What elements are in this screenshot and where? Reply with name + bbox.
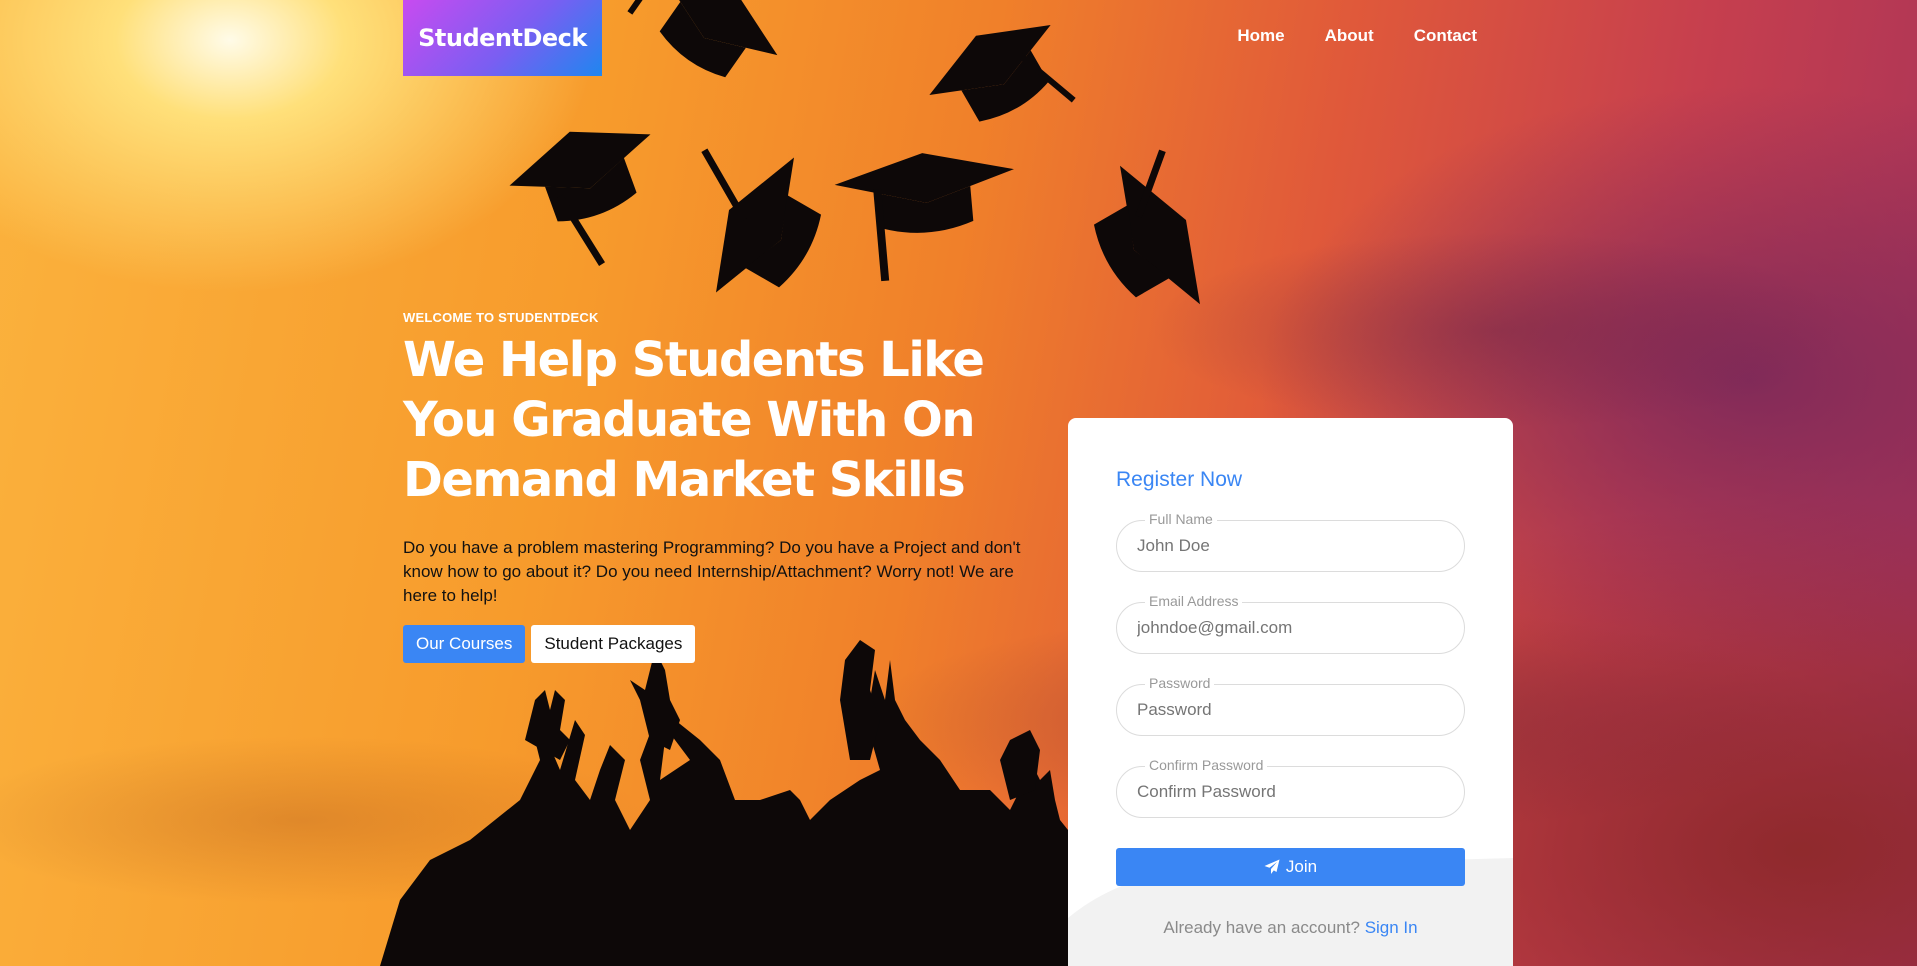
- raised-hand-left: [525, 690, 570, 760]
- full-name-field: Full Name: [1116, 511, 1465, 572]
- password-field: Password: [1116, 675, 1465, 736]
- nav-link-contact[interactable]: Contact: [1414, 26, 1477, 46]
- join-button[interactable]: Join: [1116, 848, 1465, 886]
- full-name-input[interactable]: [1137, 521, 1437, 571]
- graduation-cap-icon: [701, 148, 822, 293]
- student-packages-button[interactable]: Student Packages: [531, 625, 696, 663]
- crowd-silhouette: [380, 660, 1068, 966]
- hero-lead: Do you have a problem mastering Programm…: [403, 538, 1021, 605]
- nav-link-home[interactable]: Home: [1237, 26, 1284, 46]
- our-courses-button[interactable]: Our Courses: [403, 625, 526, 663]
- nav-link-about[interactable]: About: [1325, 26, 1374, 46]
- graduation-cap-icon: [834, 153, 1014, 282]
- signin-prompt: Already have an account?: [1163, 918, 1360, 937]
- brand-name: StudentDeck: [418, 24, 587, 52]
- register-title: Register Now: [1116, 468, 1243, 491]
- signin-row: Already have an account? Sign In: [1068, 918, 1513, 938]
- sign-in-link[interactable]: Sign In: [1365, 918, 1418, 937]
- raised-hand-center: [630, 650, 680, 750]
- graduation-cap-icon: [1093, 149, 1200, 305]
- confirm-password-input[interactable]: [1137, 767, 1437, 817]
- graduation-cap-icon: [929, 25, 1076, 122]
- graduation-cap-icon: [627, 0, 778, 78]
- raised-hand-far-right: [1000, 730, 1040, 800]
- confirm-password-field: Confirm Password: [1116, 757, 1465, 818]
- paper-plane-icon: [1264, 859, 1280, 874]
- password-input[interactable]: [1137, 685, 1437, 735]
- graduation-cap-icon: [509, 131, 651, 267]
- main-nav: Home About Contact: [1237, 26, 1477, 46]
- hero-eyebrow: WELCOME TO STUDENTDECK: [403, 310, 599, 325]
- join-button-label: Join: [1285, 857, 1318, 876]
- brand-logo[interactable]: StudentDeck: [403, 0, 602, 76]
- email-field: Email Address: [1116, 593, 1465, 654]
- email-input[interactable]: [1137, 603, 1437, 653]
- hero-section: StudentDeck Home About Contact WELCOME T…: [0, 0, 1917, 966]
- hero-headline: We Help Students Like You Graduate With …: [403, 332, 985, 508]
- register-card: Register Now Full Name Email Address Pas…: [1068, 418, 1513, 966]
- hero-cta-group: Our Courses Student Packages: [403, 625, 696, 663]
